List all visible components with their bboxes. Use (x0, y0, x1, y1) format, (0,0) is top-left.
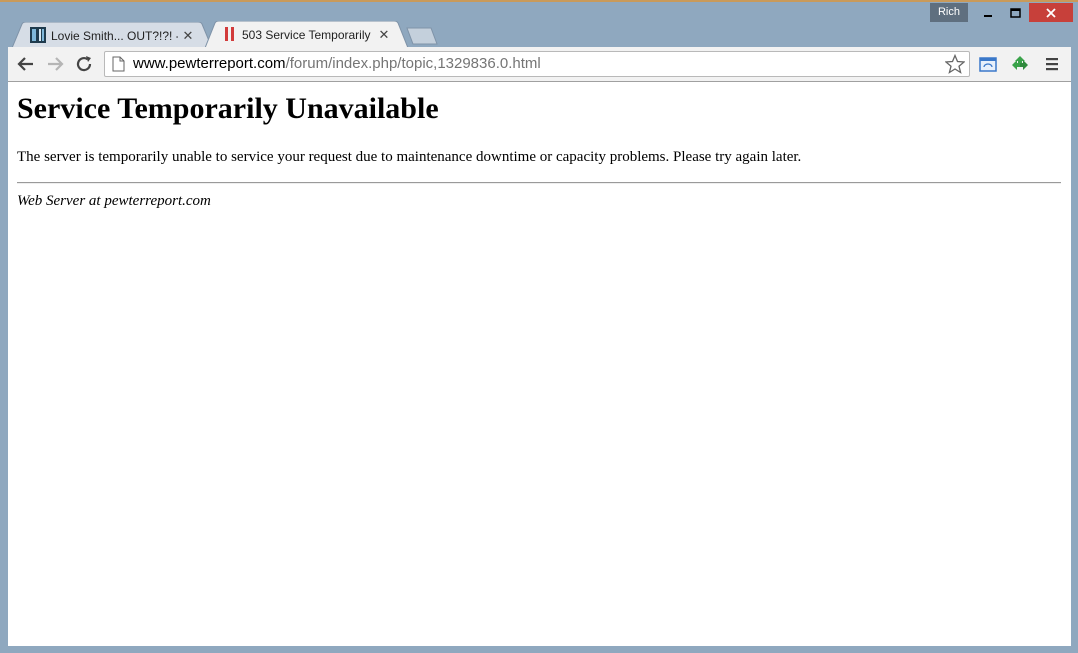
reload-icon[interactable] (72, 53, 96, 75)
url-text[interactable]: www.pewterreport.com/forum/index.php/top… (133, 52, 541, 76)
hamburger-menu-icon[interactable] (1044, 56, 1060, 77)
tab-503-service[interactable]: 503 Service Temporarily U ✕ (205, 21, 408, 48)
page-icon (112, 56, 125, 77)
url-path: /forum/index.php/topic,1329836.0.html (285, 55, 541, 72)
calendar-extension-icon[interactable] (979, 55, 997, 78)
tab-lovie-smith[interactable]: Lovie Smith... OUT?!?! - Pa ✕ (12, 22, 212, 48)
page-viewport: Service Temporarily Unavailable The serv… (8, 82, 1071, 646)
back-arrow-icon[interactable] (14, 53, 38, 75)
new-tab-button[interactable] (405, 27, 439, 45)
tab-title: Lovie Smith... OUT?!?! - Pa (51, 29, 178, 43)
red-bars-favicon (223, 26, 237, 45)
forward-arrow-icon[interactable] (43, 53, 67, 75)
window-titlebar (0, 0, 1078, 22)
tab-close-icon[interactable]: ✕ (182, 28, 194, 44)
close-icon[interactable] (1029, 3, 1073, 22)
error-message: The server is temporarily unable to serv… (17, 149, 802, 165)
server-signature: Web Server at pewterreport.com (17, 193, 211, 209)
address-bar[interactable]: www.pewterreport.com/forum/index.php/top… (104, 51, 970, 77)
minimize-icon[interactable] (975, 3, 1001, 22)
browser-toolbar: www.pewterreport.com/forum/index.php/top… (8, 47, 1071, 82)
bookmark-star-icon[interactable] (944, 53, 966, 79)
recycle-extension-icon[interactable] (1011, 55, 1029, 78)
pewterreport-favicon (30, 26, 46, 46)
maximize-icon[interactable] (1002, 3, 1028, 22)
profile-button[interactable]: Rich (930, 3, 968, 22)
tab-close-icon[interactable]: ✕ (378, 27, 390, 43)
tab-title: 503 Service Temporarily U (242, 28, 374, 42)
page-title: Service Temporarily Unavailable (17, 92, 439, 125)
url-host: www.pewterreport.com (133, 55, 286, 72)
divider (17, 182, 1061, 184)
